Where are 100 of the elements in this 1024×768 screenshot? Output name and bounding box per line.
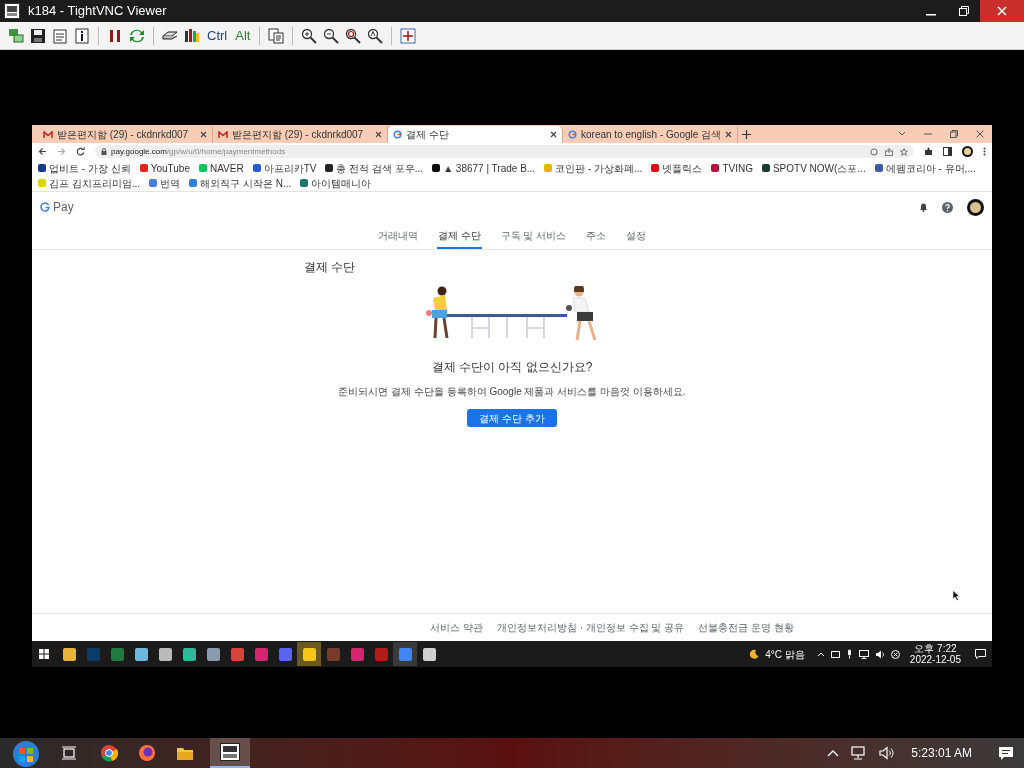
start-icon[interactable]: [39, 649, 49, 659]
clock-time: 오후 7:22: [914, 643, 957, 654]
refresh-icon[interactable]: [129, 27, 145, 44]
nav-tab[interactable]: 주소: [585, 228, 608, 249]
clock-date: 2022-12-05: [909, 654, 961, 665]
close-circle-icon[interactable]: [890, 649, 900, 659]
browser-tab[interactable]: 결제 수단: [388, 126, 563, 143]
zoom-actual-size-icon[interactable]: [345, 27, 362, 44]
fullscreen-icon[interactable]: [400, 27, 417, 44]
bookmark-link[interactable]: 아프리카TV: [263, 160, 317, 176]
tab-title: 받은편지함 (29) - ckdnrkd007: [57, 128, 190, 142]
tab-title: 받은편지함 (29) - ckdnrkd007: [232, 128, 365, 142]
bookmark-link[interactable]: NAVER: [209, 160, 244, 176]
taskbar-app-button[interactable]: [210, 738, 250, 768]
envelope-icon: [43, 130, 53, 139]
help-icon[interactable]: [942, 201, 953, 213]
side-panel-icon[interactable]: [943, 147, 952, 156]
reload-icon[interactable]: [76, 147, 85, 156]
footer-link[interactable]: 선불충전금 운영 현황: [698, 620, 794, 635]
chevron-up-icon[interactable]: [816, 651, 825, 657]
chevron-down-icon[interactable]: [898, 131, 906, 137]
weather-text: 4°C 맑음: [765, 647, 805, 662]
moon-icon: [749, 649, 760, 659]
close-icon[interactable]: [976, 130, 984, 138]
footer-link[interactable]: 개인정보처리방침 · 개인정보 수집 및 공유: [497, 620, 685, 635]
bookmark-link[interactable]: 코인판 - 가상화폐...: [555, 160, 643, 176]
close-icon[interactable]: [375, 131, 382, 138]
browser-icon[interactable]: [100, 744, 118, 762]
tab-title: 결제 수단: [406, 128, 450, 142]
speaker-icon[interactable]: [879, 746, 896, 760]
avatar-icon[interactable]: [967, 198, 984, 216]
nav-tab[interactable]: 결제 수단: [436, 228, 482, 249]
network-icon[interactable]: [858, 649, 869, 659]
copy-icon[interactable]: [268, 27, 285, 44]
lock-icon: [101, 148, 107, 155]
mouse-pointer-icon: [952, 590, 960, 601]
envelope-icon: [218, 130, 228, 139]
bookmark-link[interactable]: 총 전적 검색 포우...: [336, 160, 424, 176]
bookmark-link[interactable]: 김프 김치프리미엄...: [49, 175, 141, 191]
bookmark-link[interactable]: 번역: [160, 175, 181, 191]
viewer-app-icon: [220, 743, 240, 761]
clock-time: 5:23:01 AM: [911, 745, 972, 762]
nav-tab[interactable]: 거래내역: [376, 228, 419, 249]
close-icon[interactable]: [725, 131, 732, 138]
ring-icon: [393, 130, 402, 139]
add-payment-button[interactable]: 결제 수단 추가: [467, 409, 557, 427]
url-text: pay.google.com/gp/w/u/0/home/paymentmethods: [111, 145, 286, 158]
bookmark-link[interactable]: 넷플릭스: [662, 160, 703, 176]
zoom-out-icon[interactable]: [323, 27, 340, 44]
bookmark-link[interactable]: 아이템매니아: [311, 175, 372, 191]
pause-icon[interactable]: [107, 27, 123, 44]
network-icon[interactable]: [851, 746, 868, 760]
more-icon[interactable]: [983, 147, 986, 156]
section-heading: 결제 수단: [303, 259, 357, 276]
chevron-up-icon[interactable]: [827, 749, 840, 757]
zoom-in-icon[interactable]: [301, 27, 318, 44]
bell-icon[interactable]: [919, 202, 928, 212]
fox-browser-icon[interactable]: [138, 744, 156, 762]
app-icon: [4, 3, 20, 19]
folder-icon[interactable]: [176, 745, 194, 761]
key-button[interactable]: Ctrl: [206, 25, 229, 46]
bookmark-link[interactable]: 해외직구 시작은 N...: [200, 175, 292, 191]
back-arrow-icon[interactable]: [38, 147, 47, 156]
bookmark-link[interactable]: TVING: [722, 160, 753, 176]
close-icon: [997, 6, 1007, 16]
close-icon[interactable]: [200, 131, 207, 138]
nav-tab[interactable]: 설정: [625, 228, 648, 249]
notification-icon[interactable]: [975, 649, 986, 659]
g-letter-icon: [40, 202, 50, 212]
clipboard-icon[interactable]: [52, 27, 68, 44]
monitors-icon[interactable]: [8, 27, 24, 44]
bookmark-link[interactable]: 업비트 - 가장 신뢰: [49, 160, 131, 176]
bookmark-link[interactable]: SPOTV NOW(스포...: [772, 160, 866, 176]
footer-link[interactable]: 서비스 약관: [430, 620, 483, 635]
empty-state-text: 준비되시면 결제 수단을 등록하여 Google 제품과 서비스를 마음껏 이용하세요.: [338, 385, 686, 399]
bookmark-link[interactable]: YouTube: [150, 160, 190, 176]
speaker-icon[interactable]: [874, 649, 885, 659]
minimize-icon: [925, 14, 936, 16]
tab-title: korean to english - Google 검색: [581, 128, 721, 142]
window-title: k184 - TightVNC Viewer: [28, 2, 167, 21]
avatar-icon[interactable]: [962, 146, 973, 157]
restore-icon[interactable]: [950, 130, 958, 138]
key-button[interactable]: Alt: [234, 25, 252, 46]
zoom-fit-icon[interactable]: [367, 27, 384, 44]
bookmark-link[interactable]: 에펨코리아 - 유머,...: [885, 160, 976, 176]
star-icon[interactable]: [900, 147, 908, 156]
browser-tab[interactable]: 받은편지함 (29) - ckdnrkd007: [38, 126, 213, 143]
nav-tab[interactable]: 구독 및 서비스: [499, 228, 568, 249]
brand-name: Pay: [53, 199, 74, 216]
info-icon[interactable]: [74, 27, 90, 44]
close-icon[interactable]: [550, 131, 557, 138]
bookmark-link[interactable]: ▲ 38677 | Trade B...: [443, 160, 536, 176]
plus-icon[interactable]: [742, 130, 751, 139]
browser-tab[interactable]: korean to english - Google 검색: [563, 126, 738, 143]
notification-icon[interactable]: [998, 745, 1014, 761]
task-view-icon[interactable]: [62, 746, 76, 760]
share-icon[interactable]: [885, 147, 893, 156]
microphone-icon[interactable]: [845, 649, 853, 659]
address-bar[interactable]: pay.google.com/gp/w/u/0/home/paymentmethods: [95, 145, 914, 158]
ring-icon: [568, 130, 577, 139]
